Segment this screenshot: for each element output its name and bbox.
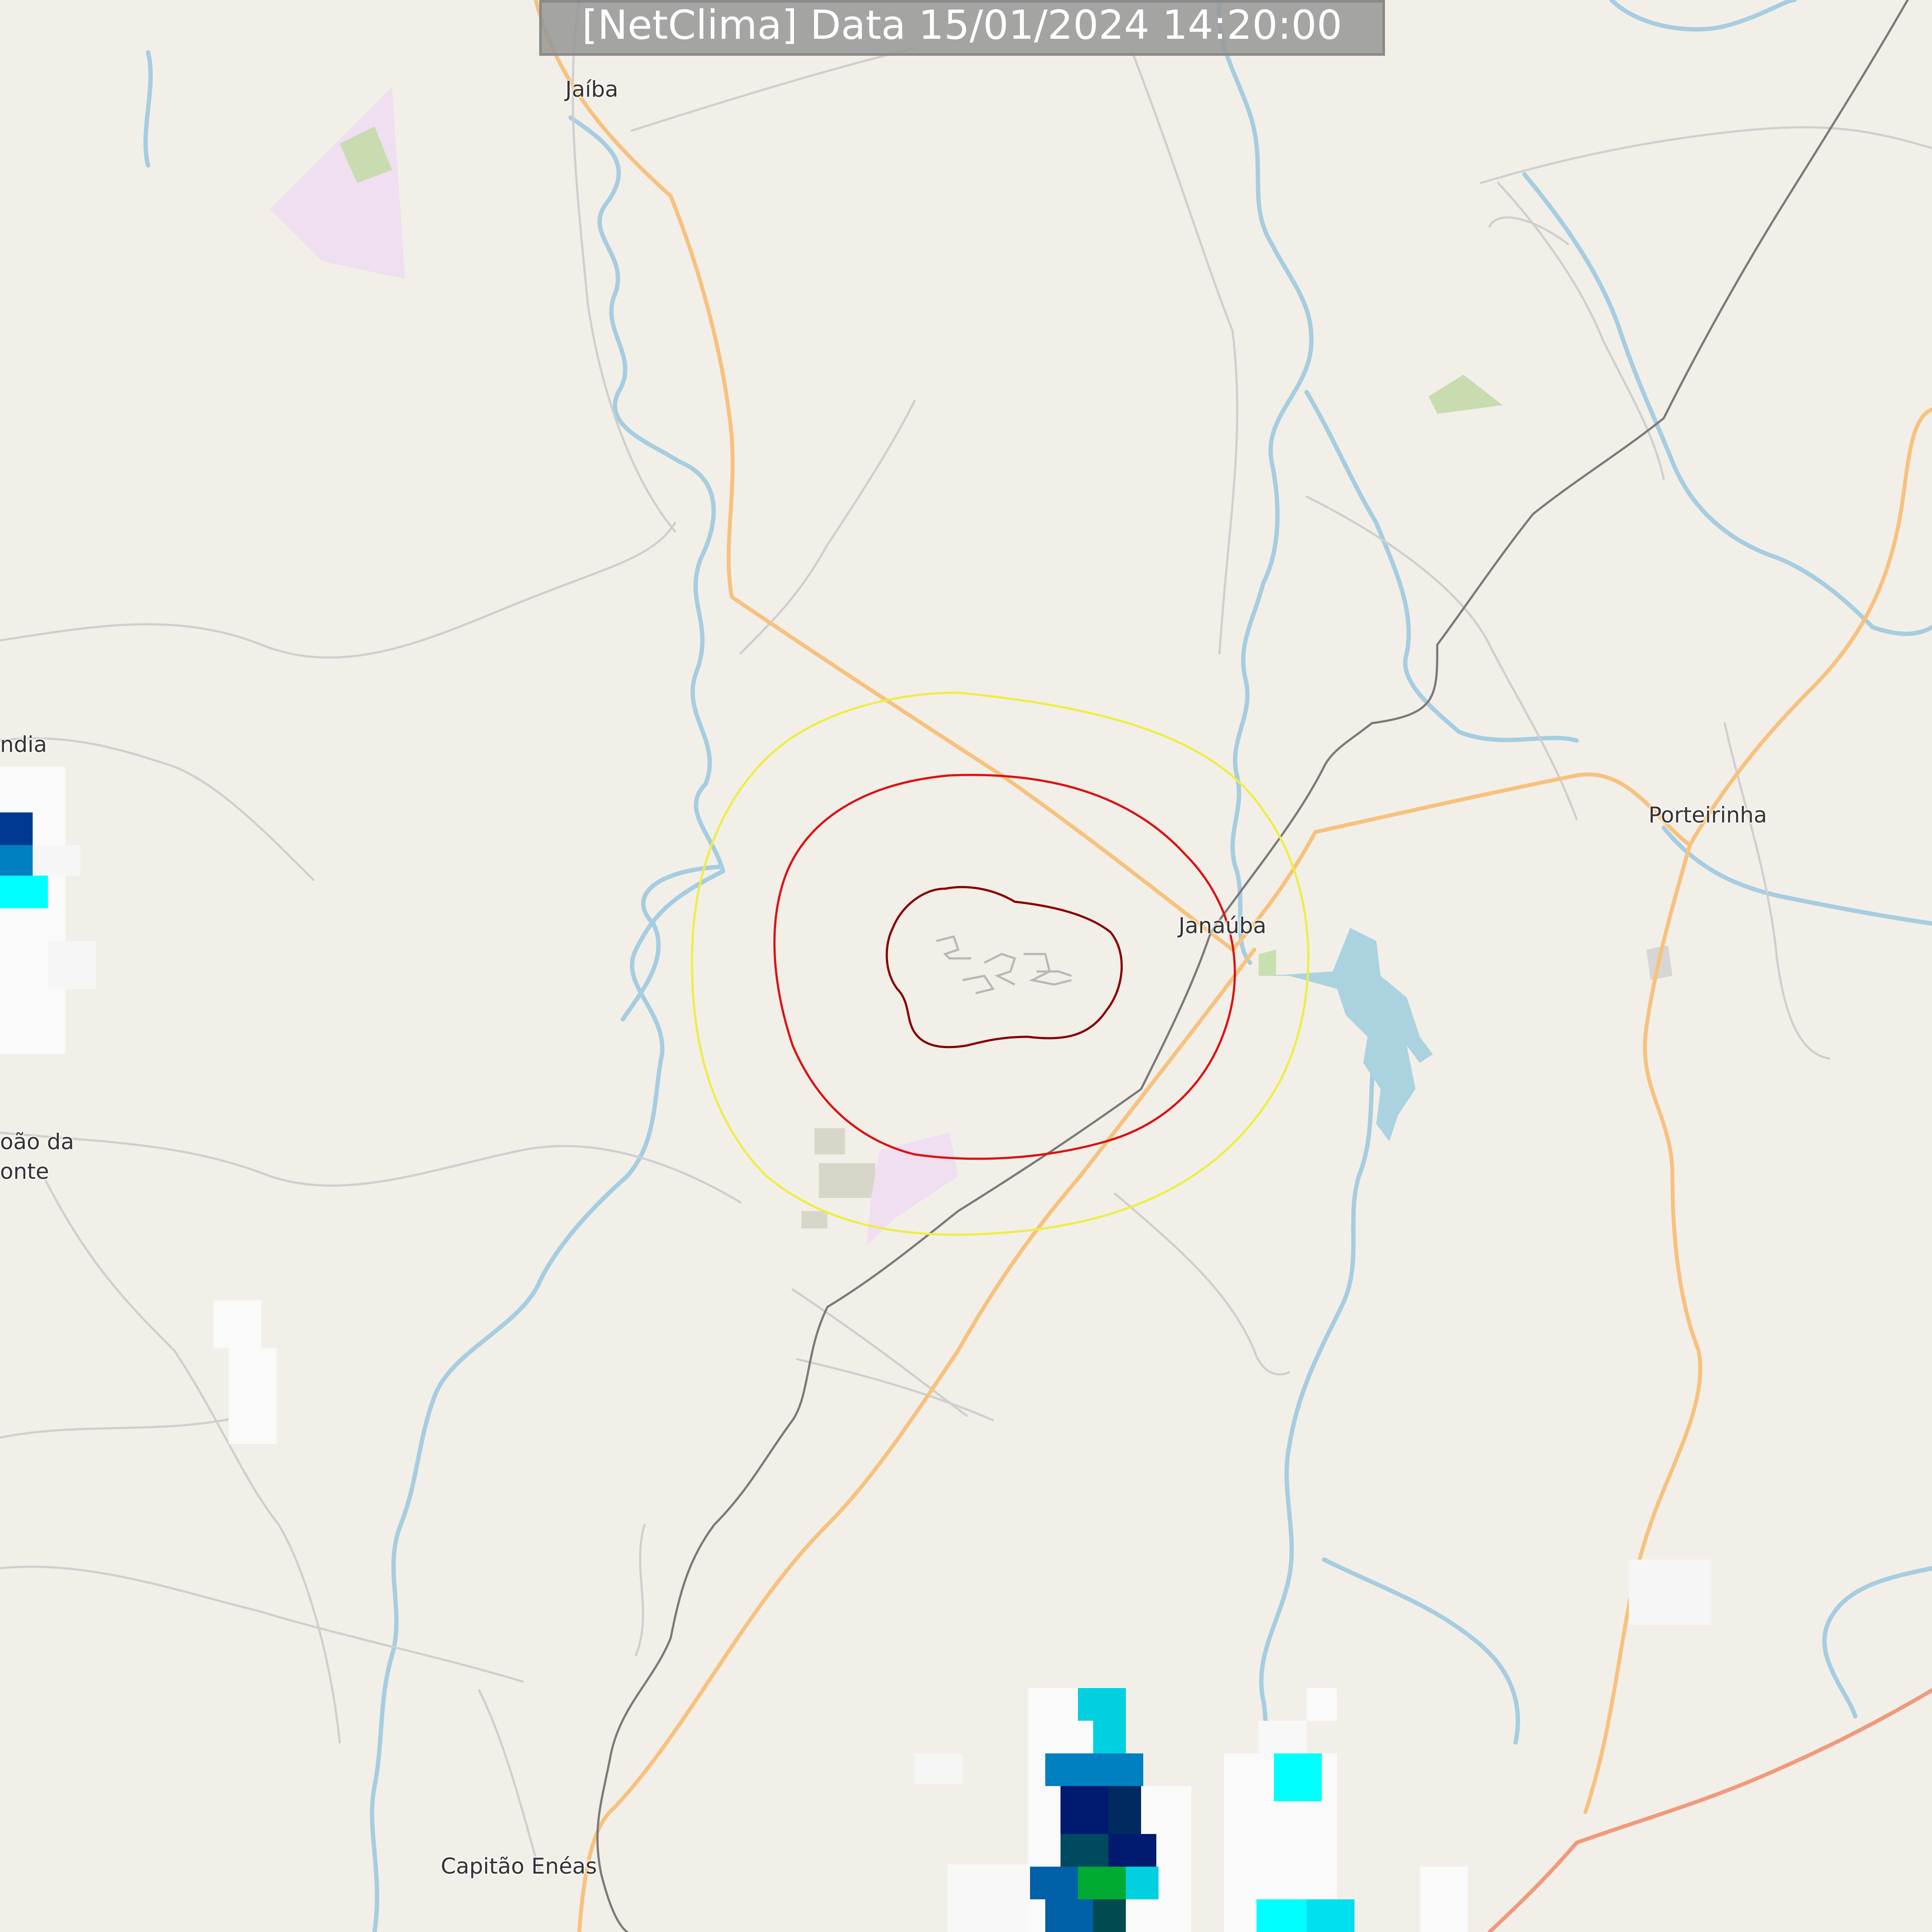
place-label-porteirinha: Porteirinha [1648, 802, 1767, 828]
place-label-capitao-eneas: Capitão Enéas [441, 1854, 597, 1879]
timestamp-title: [NetClima] Data 15/01/2024 14:20:00 [539, 0, 1385, 56]
gray-landuse-patch-3 [801, 1211, 828, 1228]
place-label-cut-west-2b: onte [0, 1159, 49, 1184]
echo-cell [915, 1753, 963, 1784]
echo-cell [1078, 1867, 1126, 1899]
place-label-jaiba: Jaíba [565, 77, 618, 102]
land-background [0, 0, 1932, 1932]
echo-cell [0, 845, 33, 876]
echo-cell [1126, 1867, 1159, 1899]
echo-cell [33, 845, 81, 876]
echo-cell [1078, 1688, 1126, 1721]
map-canvas[interactable] [0, 0, 1932, 1932]
echo-cell [1259, 1721, 1307, 1753]
place-label-janauba: Janaúba [1179, 913, 1267, 938]
echo-cell [1093, 1721, 1126, 1753]
echo-cell [48, 941, 96, 989]
echo-cell [1420, 1867, 1468, 1932]
radar-map[interactable]: Jaíba Janaúba Porteirinha Capitão Enéas … [0, 0, 1932, 1932]
echo-cell [1307, 1688, 1337, 1721]
echo-cell [0, 812, 33, 845]
echo-cell [1108, 1786, 1141, 1834]
echo-cell [1045, 1753, 1143, 1786]
echo-cell [1093, 1899, 1126, 1932]
echo-cell [0, 767, 65, 1054]
echo-cell [229, 1348, 277, 1444]
gray-landuse-patch [814, 1128, 845, 1154]
echo-cell [1061, 1834, 1108, 1867]
echo-cell [0, 876, 48, 908]
gray-landuse-patch-2 [819, 1163, 875, 1198]
green-patch-small [1259, 950, 1276, 976]
echo-cell [1030, 1867, 1078, 1899]
echo-cell [1061, 1786, 1108, 1834]
echo-cell [1108, 1834, 1156, 1867]
echo-cell [1045, 1899, 1093, 1932]
echo-cell [1307, 1899, 1354, 1932]
echo-cell [947, 1864, 1028, 1932]
echo-cell [1274, 1753, 1322, 1801]
echo-cell [213, 1300, 261, 1348]
place-label-cut-west-2a: oão da [0, 1129, 74, 1154]
echo-cell [1629, 1560, 1712, 1625]
place-label-cut-west: ndia [0, 732, 47, 757]
